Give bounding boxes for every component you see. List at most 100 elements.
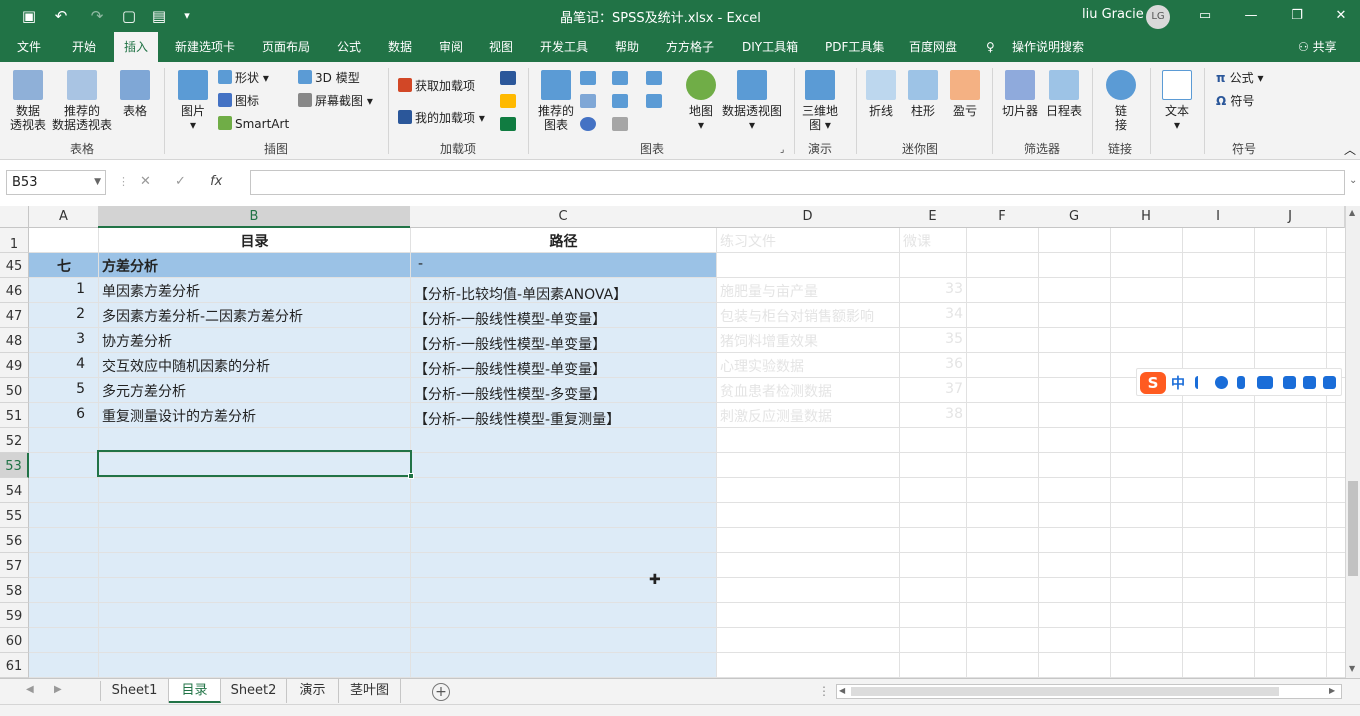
sheet-tab-catalog[interactable]: 目录 <box>169 679 221 703</box>
3d-model-button[interactable]: 3D 模型 <box>298 68 360 88</box>
tab-home[interactable]: 开始 <box>72 32 96 62</box>
chevron-down-icon[interactable]: ▼ <box>94 171 101 194</box>
row-header[interactable]: 54 <box>0 478 29 503</box>
column-header-b[interactable]: B <box>98 206 411 228</box>
row-header[interactable]: 56 <box>0 528 29 553</box>
scroll-down-icon[interactable]: ▼ <box>1349 664 1355 673</box>
cell-item-lesson[interactable]: 34 <box>899 306 963 322</box>
cell-item-file[interactable]: 贫血患者检测数据 <box>720 381 832 401</box>
cell-item-number[interactable]: 3 <box>29 331 85 347</box>
row-header[interactable]: 58 <box>0 578 29 603</box>
scroll-up-icon[interactable]: ▲ <box>1349 208 1355 217</box>
row-header-selected[interactable]: 53 <box>0 453 29 478</box>
combo-chart-icon[interactable] <box>646 91 674 111</box>
row-header[interactable]: 59 <box>0 603 29 628</box>
cell-item-file[interactable]: 包装与柜台对销售额影响 <box>720 306 874 326</box>
sogou-logo-icon[interactable]: S <box>1140 372 1166 394</box>
cell-item-lesson[interactable]: 37 <box>899 381 963 397</box>
scroll-right-icon[interactable]: ▶ <box>1329 686 1335 695</box>
cell-item-path[interactable]: 【分析-一般线性模型-单变量】 <box>414 334 606 354</box>
tab-help[interactable]: 帮助 <box>615 32 639 62</box>
sparkline-line-button[interactable]: 折线 <box>866 70 896 118</box>
sheet-tab-sheet2[interactable]: Sheet2 <box>221 679 287 703</box>
link-button[interactable]: 链 接 <box>1106 70 1136 132</box>
column-header-d[interactable]: D <box>716 206 900 228</box>
cell-section-path[interactable]: - <box>418 256 423 272</box>
keyboard-icon[interactable] <box>1257 376 1273 389</box>
column-header-e[interactable]: E <box>899 206 967 228</box>
column-header-h[interactable]: H <box>1110 206 1183 228</box>
tab-diy[interactable]: DIY工具箱 <box>742 32 798 62</box>
scroll-left-icon[interactable]: ◀ <box>839 686 845 695</box>
formula-input[interactable] <box>250 170 1345 195</box>
slicer-button[interactable]: 切片器 <box>1002 70 1038 118</box>
cell-item-number[interactable]: 6 <box>29 406 85 422</box>
tab-developer[interactable]: 开发工具 <box>540 32 588 62</box>
new-file-icon[interactable]: ▢ <box>118 6 140 26</box>
table-button[interactable]: 表格 <box>120 70 150 118</box>
enter-icon[interactable]: ✓ <box>175 174 186 189</box>
cell-section-title[interactable]: 方差分析 <box>102 256 158 276</box>
add-sheet-button[interactable]: + <box>432 683 450 701</box>
column-header-g[interactable]: G <box>1038 206 1111 228</box>
collapse-ribbon-icon[interactable]: ︿ <box>1344 140 1356 160</box>
statistic-chart-icon[interactable] <box>612 91 640 111</box>
vertical-scrollbar[interactable]: ▲ ▼ <box>1345 206 1360 678</box>
tab-review[interactable]: 审阅 <box>439 32 463 62</box>
row-header[interactable]: 61 <box>0 653 29 678</box>
text-button[interactable]: 文本 ▾ <box>1162 70 1192 132</box>
active-cell-b53[interactable] <box>97 450 414 479</box>
row-header[interactable]: 57 <box>0 553 29 578</box>
bar-chart-icon[interactable] <box>612 68 640 88</box>
3d-map-button[interactable]: 三维地 图 ▾ <box>802 70 838 132</box>
people-graph-icon[interactable] <box>500 114 528 134</box>
fill-handle[interactable] <box>408 473 414 479</box>
cell-item-name[interactable]: 多元方差分析 <box>102 381 186 401</box>
cell-item-path[interactable]: 【分析-一般线性模型-单变量】 <box>414 359 606 379</box>
ime-toolbar[interactable]: S 中 <box>1136 368 1342 396</box>
row-header[interactable]: 45 <box>0 253 29 278</box>
tab-view[interactable]: 视图 <box>489 32 513 62</box>
column-header-c[interactable]: C <box>410 206 717 228</box>
tab-file[interactable]: 文件 <box>17 32 41 62</box>
name-box[interactable]: B53 ▼ <box>6 170 106 195</box>
row-header[interactable]: 46 <box>0 278 29 303</box>
cell-item-name[interactable]: 多因素方差分析-二因素方差分析 <box>102 306 303 326</box>
share-button[interactable]: ⚇ 共享 <box>1298 32 1337 62</box>
row-header[interactable]: 1 <box>0 228 29 253</box>
bing-icon[interactable] <box>500 91 528 111</box>
row-header[interactable]: 51 <box>0 403 29 428</box>
tab-page-layout[interactable]: 页面布局 <box>262 32 310 62</box>
close-icon[interactable]: ✕ <box>1326 4 1356 28</box>
icons-button[interactable]: 图标 <box>218 91 259 111</box>
row-header[interactable]: 47 <box>0 303 29 328</box>
cell-item-number[interactable]: 2 <box>29 306 85 322</box>
cell-header-path[interactable]: 路径 <box>410 231 717 251</box>
cell-item-lesson[interactable]: 33 <box>899 281 963 297</box>
column-header-f[interactable]: F <box>966 206 1039 228</box>
next-sheet-icon[interactable]: ▶ <box>54 684 62 695</box>
save-icon[interactable]: ▣ <box>18 6 40 26</box>
cell-section-number[interactable]: 七 <box>29 256 99 276</box>
redo-icon[interactable]: ↷ <box>86 6 108 26</box>
waterfall-chart-icon[interactable] <box>646 68 674 88</box>
tab-baidu[interactable]: 百度网盘 <box>909 32 957 62</box>
my-addins-button[interactable]: 我的加载项 ▾ <box>398 108 485 128</box>
tab-pdf[interactable]: PDF工具集 <box>825 32 884 62</box>
restore-icon[interactable]: ❐ <box>1282 4 1312 28</box>
cell-item-file[interactable]: 刺激反应测量数据 <box>720 406 832 426</box>
cell-item-path[interactable]: 【分析-一般线性模型-多变量】 <box>414 384 606 404</box>
emoji-icon[interactable] <box>1215 376 1228 389</box>
cell-item-number[interactable]: 4 <box>29 356 85 372</box>
map-button[interactable]: 地图 ▾ <box>686 70 716 132</box>
pie-chart-icon[interactable] <box>580 114 608 134</box>
equation-button[interactable]: π 公式 ▾ <box>1216 68 1264 88</box>
cell-item-number[interactable]: 5 <box>29 381 85 397</box>
prev-sheet-icon[interactable]: ◀ <box>26 684 34 695</box>
column-chart-icon[interactable] <box>580 68 608 88</box>
smartart-button[interactable]: SmartArt <box>218 114 289 134</box>
hierarchy-chart-icon[interactable] <box>580 91 608 111</box>
cell-item-name[interactable]: 单因素方差分析 <box>102 281 200 301</box>
undo-icon[interactable]: ↶ <box>50 6 72 26</box>
cell-item-name[interactable]: 交互效应中随机因素的分析 <box>102 356 270 376</box>
